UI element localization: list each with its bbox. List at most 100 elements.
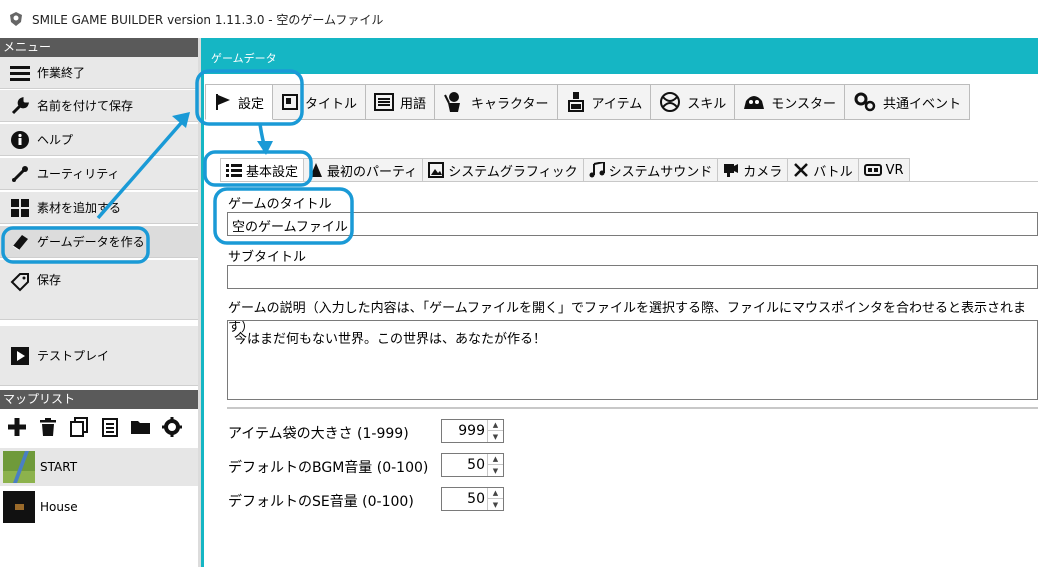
menu-item-label: 作業終了	[37, 66, 86, 80]
map-list-item-house[interactable]: House	[0, 488, 198, 526]
stepper-down-icon[interactable]: ▼	[488, 431, 503, 442]
book-icon	[9, 231, 31, 253]
menu-item-label: 保存	[37, 273, 62, 287]
bgm-volume-stepper[interactable]: 50 ▲ ▼	[441, 453, 504, 477]
menu-item-utility[interactable]: ユーティリティ	[0, 158, 198, 190]
folder-icon[interactable]	[128, 415, 153, 440]
subtab-party[interactable]: 最初のパーティ	[304, 158, 424, 182]
stepper-down-icon[interactable]: ▼	[488, 465, 503, 476]
menu-item-label: ゲームデータを作る	[37, 235, 145, 249]
tab-monsters[interactable]: モンスター	[735, 84, 845, 120]
stepper-down-icon[interactable]: ▼	[488, 499, 503, 510]
party-icon	[310, 163, 323, 177]
tab-label: キャラクター	[471, 96, 549, 112]
play-icon	[9, 345, 31, 367]
stepper-value: 999	[458, 423, 485, 439]
subtitle-input[interactable]	[227, 265, 1038, 289]
map-list-item-start[interactable]: START	[0, 448, 198, 486]
subtab-camera[interactable]: カメラ	[718, 158, 789, 182]
main-header-label: ゲームデータ	[211, 52, 277, 65]
map-thumbnail	[3, 451, 35, 483]
music-icon	[589, 162, 605, 178]
image-icon	[428, 162, 445, 178]
subtab-battle[interactable]: バトル	[788, 158, 859, 182]
subtab-label: 基本設定	[246, 164, 299, 180]
menu-item-quit[interactable]: 作業終了	[0, 57, 198, 89]
menu-item-label: テストプレイ	[37, 349, 110, 363]
item-bag-size-stepper[interactable]: 999 ▲ ▼	[441, 419, 504, 443]
menu-item-help[interactable]: ヘルプ	[0, 124, 198, 156]
stepper-up-icon[interactable]: ▲	[488, 420, 503, 431]
title-bar: SMILE GAME BUILDER version 1.11.3.0 - 空の…	[0, 0, 1038, 38]
monster-icon	[744, 96, 765, 109]
subtab-baseline	[220, 181, 1038, 182]
game-title-label: ゲームのタイトル	[228, 197, 332, 212]
tab-label: モンスター	[771, 96, 836, 112]
tab-characters[interactable]: キャラクター	[435, 84, 558, 120]
subtab-label: 最初のパーティ	[327, 164, 418, 180]
tab-label: タイトル	[305, 96, 358, 112]
se-volume-label: デフォルトのSE音量 (0-100)	[228, 494, 414, 510]
tab-label: 共通イベント	[883, 96, 962, 112]
main-header: ゲームデータ	[201, 38, 1038, 74]
tab-skills[interactable]: スキル	[651, 84, 736, 120]
clipboard-icon[interactable]	[97, 415, 122, 440]
subtab-label: バトル	[813, 164, 853, 180]
subtab-system-sound[interactable]: システムサウンド	[583, 158, 719, 182]
se-volume-stepper[interactable]: 50 ▲ ▼	[441, 487, 504, 511]
menu-item-label: 名前を付けて保存	[37, 99, 134, 113]
grid-icon	[9, 197, 31, 219]
flag-icon	[216, 94, 230, 110]
menu-item-label: ヘルプ	[37, 133, 74, 147]
gear-icon[interactable]	[159, 415, 184, 440]
tab-label: アイテム	[591, 96, 643, 112]
menu-item-save-as[interactable]: 名前を付けて保存	[0, 90, 198, 122]
stepper-up-icon[interactable]: ▲	[488, 488, 503, 499]
section-divider	[227, 407, 1038, 409]
tab-common-events[interactable]: 共通イベント	[845, 84, 971, 120]
sidebar: メニュー 作業終了 名前を付けて保存 ヘルプ ユーティリティ 素材を追加する ゲ…	[0, 38, 198, 567]
window-title: SMILE GAME BUILDER version 1.11.3.0 - 空の…	[32, 12, 384, 27]
subtab-system-graphic[interactable]: システムグラフィック	[423, 158, 584, 182]
subtitle-label: サブタイトル	[228, 250, 307, 265]
tab-label: スキル	[687, 96, 727, 112]
tab-label: 用語	[400, 96, 427, 112]
tab-title[interactable]: タイトル	[273, 84, 367, 120]
trash-icon[interactable]	[35, 415, 60, 440]
tab-terms[interactable]: 用語	[366, 84, 436, 120]
description-textarea[interactable]: 今はまだ何もない世界。この世界は、あなたが作る！	[227, 320, 1038, 400]
copy-icon[interactable]	[66, 415, 91, 440]
app-logo-icon	[10, 12, 22, 26]
tools-icon	[9, 163, 31, 185]
menu-item-label: ユーティリティ	[37, 167, 120, 181]
subtab-vr[interactable]: VR	[858, 158, 910, 182]
tab-label: 設定	[238, 96, 265, 112]
list-icon	[374, 93, 395, 111]
stepper-value: 50	[467, 457, 485, 473]
menu-item-game-data[interactable]: ゲームデータを作る	[0, 226, 198, 258]
stepper-up-icon[interactable]: ▲	[488, 454, 503, 465]
wrench-icon	[9, 95, 31, 117]
settings-subtabs: 基本設定 最初のパーティ システムグラフィック システムサウンド カメラ バトル…	[220, 158, 910, 182]
menu-item-testplay[interactable]: テストプレイ	[0, 326, 198, 386]
item-bag-size-label: アイテム袋の大きさ (1-999)	[228, 426, 409, 442]
list-icon	[226, 164, 242, 177]
subtab-label: システムグラフィック	[448, 164, 578, 180]
swords-icon	[794, 163, 809, 177]
map-toolbar	[0, 410, 198, 444]
menu-item-save[interactable]: 保存	[0, 260, 198, 320]
subtab-label: システムサウンド	[608, 164, 713, 180]
game-title-input[interactable]: 空のゲームファイル	[227, 212, 1038, 236]
plus-icon[interactable]	[4, 415, 29, 440]
menu-item-add-assets[interactable]: 素材を追加する	[0, 192, 198, 224]
character-icon	[444, 92, 461, 112]
maplist-header: マップリスト	[0, 390, 198, 409]
bgm-volume-label: デフォルトのBGM音量 (0-100)	[228, 460, 429, 476]
potion-icon	[567, 92, 584, 112]
subtab-label: カメラ	[743, 164, 783, 180]
tab-settings[interactable]: 設定	[205, 84, 274, 120]
subtab-basic[interactable]: 基本設定	[220, 158, 305, 182]
game-data-tabs: 設定 タイトル 用語 キャラクター アイテム スキル モンスター 共通イベント	[205, 84, 971, 120]
map-name: House	[40, 500, 78, 514]
tab-items[interactable]: アイテム	[557, 84, 652, 120]
